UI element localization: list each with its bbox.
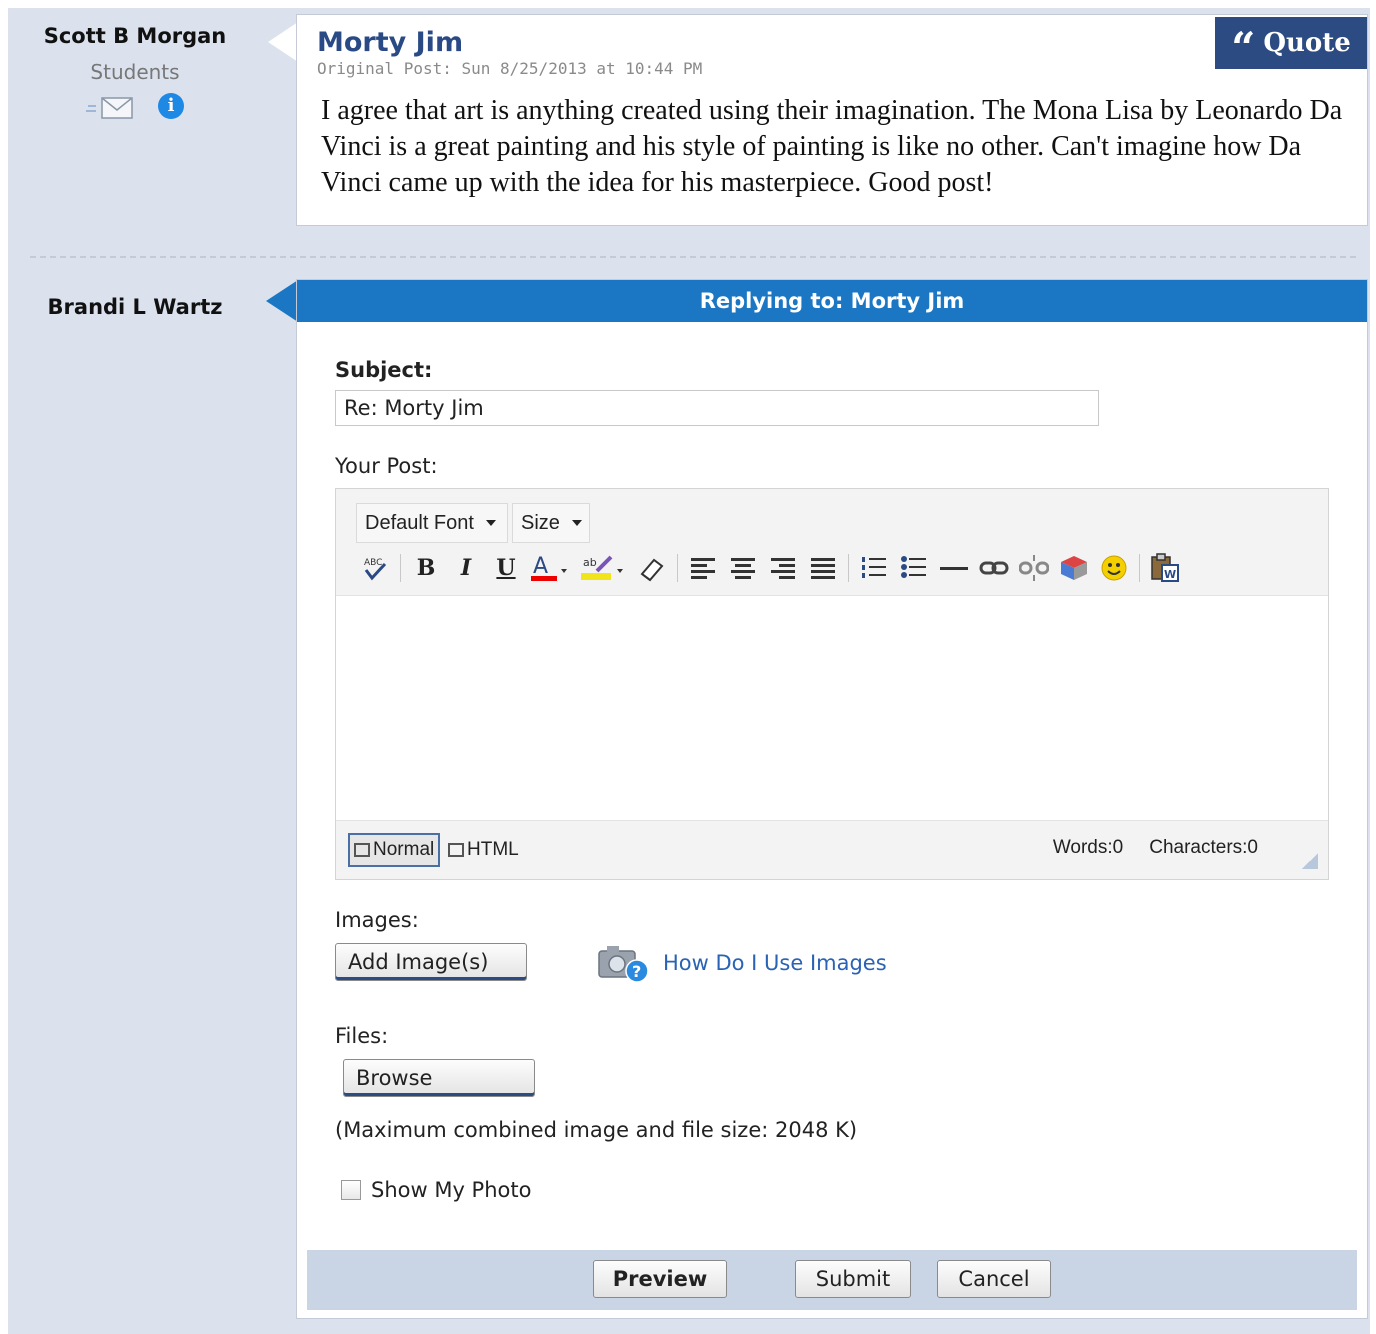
reply-pointer <box>266 280 298 322</box>
camera-help-icon: ? <box>598 946 649 983</box>
horizontal-rule-icon[interactable] <box>939 553 969 583</box>
font-color-icon[interactable]: A <box>531 553 571 583</box>
subject-input[interactable] <box>335 390 1099 426</box>
submit-button[interactable]: Submit <box>795 1260 911 1298</box>
normal-mode-tab[interactable]: Normal <box>348 833 441 867</box>
word-count: Words:0 <box>1052 837 1124 858</box>
size-select[interactable]: Size <box>512 503 590 543</box>
normal-mode-label: Normal <box>373 839 435 860</box>
cancel-button[interactable]: Cancel <box>937 1260 1051 1298</box>
align-center-icon[interactable] <box>728 553 758 583</box>
design-view-icon <box>354 843 370 857</box>
size-select-value: Size <box>521 511 560 534</box>
chevron-down-icon <box>485 520 496 526</box>
svg-text:W: W <box>1164 568 1176 581</box>
paste-word-icon[interactable]: W <box>1150 553 1180 583</box>
post-meta: Original Post: Sun 8/25/2013 at 10:44 PM <box>317 59 703 78</box>
toolbar-separator <box>400 554 401 582</box>
show-photo-option: Show My Photo <box>341 1178 531 1202</box>
images-label: Images: <box>335 908 419 932</box>
bold-icon[interactable]: B <box>411 553 441 583</box>
quote-button[interactable]: “ Quote <box>1215 17 1367 69</box>
svg-text:ABC: ABC <box>364 558 382 568</box>
link-icon[interactable] <box>979 553 1009 583</box>
post-title[interactable]: Morty Jim <box>317 27 463 58</box>
size-note: (Maximum combined image and file size: 2… <box>335 1118 858 1142</box>
how-do-i-use-images-link[interactable]: ? How Do I Use Images <box>597 942 887 984</box>
original-author-role: Students <box>90 60 180 84</box>
eraser-icon[interactable] <box>637 553 667 583</box>
character-count: Characters:0 <box>1149 837 1258 858</box>
italic-icon[interactable]: I <box>451 553 481 583</box>
post-editor-textarea[interactable] <box>336 595 1328 821</box>
mail-icon[interactable] <box>86 95 136 121</box>
svg-text:?: ? <box>632 962 641 981</box>
original-post: Morty Jim Original Post: Sun 8/25/2013 a… <box>296 14 1368 226</box>
rich-text-editor: Default Font Size ABC B I U A ab W Norma… <box>335 488 1329 880</box>
font-select[interactable]: Default Font <box>356 503 508 543</box>
add-images-button[interactable]: Add Image(s) <box>335 943 527 981</box>
quote-button-label: Quote <box>1263 28 1351 58</box>
editor-footer: Normal HTML Words:0 Characters:0 <box>336 821 1328 879</box>
post-pointer <box>268 22 298 62</box>
post-body: I agree that art is anything created usi… <box>321 95 1343 198</box>
files-label: Files: <box>335 1024 389 1048</box>
original-author-icons: i <box>86 93 196 123</box>
show-photo-label[interactable]: Show My Photo <box>371 1178 531 1202</box>
smiley-icon[interactable] <box>1099 553 1129 583</box>
reply-author-name: Brandi L Wartz <box>47 295 223 319</box>
font-select-value: Default Font <box>365 511 474 534</box>
spellcheck-icon[interactable]: ABC <box>360 553 390 583</box>
chevron-down-icon <box>571 520 582 526</box>
toolbar-separator <box>677 554 678 582</box>
ordered-list-icon[interactable] <box>859 553 889 583</box>
show-photo-checkbox[interactable] <box>341 1180 361 1200</box>
resize-grip-icon[interactable] <box>1302 853 1318 869</box>
toolbar-separator <box>1139 554 1140 582</box>
quote-icon: “ <box>1231 23 1256 72</box>
editor-counts: Words:0 Characters:0 <box>1053 837 1258 859</box>
html-mode-label: HTML <box>467 839 519 860</box>
justify-icon[interactable] <box>808 553 838 583</box>
editor-toolbar-row-1: Default Font Size <box>356 503 590 543</box>
reply-form: Replying to: Morty Jim Subject: Your Pos… <box>296 279 1368 1319</box>
underline-icon[interactable]: U <box>491 553 521 583</box>
html-mode-tab[interactable]: HTML <box>448 833 519 867</box>
help-link-label: How Do I Use Images <box>663 951 887 975</box>
unlink-icon[interactable] <box>1019 553 1049 583</box>
info-icon[interactable]: i <box>158 93 184 119</box>
reply-header: Replying to: Morty Jim <box>297 280 1367 322</box>
preview-button[interactable]: Preview <box>593 1260 727 1298</box>
post-divider <box>30 256 1356 258</box>
form-action-bar: Preview Submit Cancel <box>307 1250 1357 1310</box>
align-left-icon[interactable] <box>688 553 718 583</box>
your-post-label: Your Post: <box>335 454 438 478</box>
unordered-list-icon[interactable] <box>899 553 929 583</box>
svg-text:ab: ab <box>583 556 597 569</box>
insert-object-icon[interactable] <box>1059 553 1089 583</box>
toolbar-separator <box>848 554 849 582</box>
svg-text:A: A <box>533 554 548 579</box>
subject-label: Subject: <box>335 358 433 382</box>
editor-toolbar-row-2: ABC B I U A ab W <box>360 551 1180 585</box>
highlight-icon[interactable]: ab <box>581 553 627 583</box>
browse-button[interactable]: Browse <box>343 1059 535 1097</box>
align-right-icon[interactable] <box>768 553 798 583</box>
html-view-icon <box>448 843 464 857</box>
original-author-name[interactable]: Scott B Morgan <box>10 24 260 48</box>
